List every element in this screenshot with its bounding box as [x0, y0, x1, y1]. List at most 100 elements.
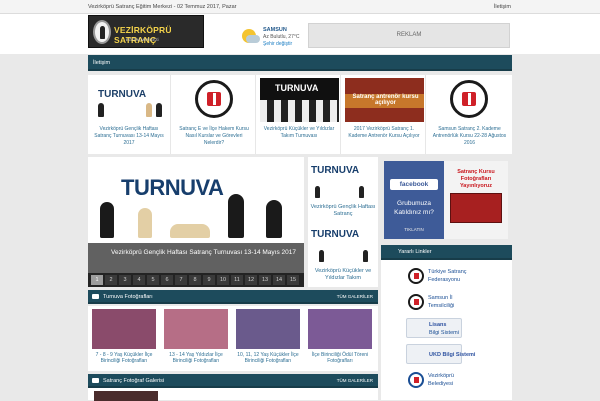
chess-piece-icon — [138, 208, 152, 238]
link-label: Türkiye Satranç — [428, 269, 467, 275]
gallery-caption[interactable]: İlçe Birinciliği Ödül Töreni Fotoğraflar… — [306, 352, 374, 364]
news-thumb[interactable]: Satranç antrenör kursu açılıyor — [345, 78, 424, 122]
link-label: Lisans — [429, 322, 447, 328]
news-thumb[interactable] — [175, 78, 254, 122]
gallery-thumb[interactable] — [236, 309, 300, 349]
municipality-logo-icon — [408, 372, 424, 388]
thumb-text: TURNUVA — [311, 165, 360, 176]
news-card[interactable]: TURNUVA Vezirköprü Gençlik Haftası Satra… — [88, 75, 171, 154]
news-strip: TURNUVA Vezirköprü Gençlik Haftası Satra… — [88, 75, 512, 154]
gallery-thumb[interactable] — [164, 309, 228, 349]
page-button[interactable]: 8 — [189, 275, 201, 285]
thumb-text: Satranç antrenör kursu açılıyor — [352, 94, 419, 106]
chess-piece-icon — [146, 103, 152, 117]
ad-banner[interactable]: REKLAM — [308, 23, 510, 48]
page-button[interactable]: 7 — [175, 275, 187, 285]
page-button[interactable]: 10 — [217, 275, 229, 285]
photo-promo-text: Satranç Kursu Fotoğrafları Yayınlıyoruz — [457, 169, 495, 189]
weather-city: SAMSUN — [263, 27, 287, 33]
facebook-banner[interactable]: facebook Grubumuza Katıldınız mı? TIKLAT… — [384, 161, 508, 239]
page-button[interactable]: 2 — [105, 275, 117, 285]
chess-piece-icon — [100, 202, 114, 238]
all-galleries-link[interactable]: TÜM GALERİLER — [337, 294, 373, 299]
photo-promo-panel[interactable]: Satranç Kursu Fotoğrafları Yayınlıyoruz — [444, 161, 508, 239]
news-card[interactable]: TURNUVA Vezirköprü Küçükler ve Yıldızlar… — [258, 75, 341, 154]
chess-piece-icon — [359, 186, 364, 198]
gallery-caption[interactable]: 13 - 14 Yaş Yıldızlar İlçe Birinciliği F… — [162, 352, 230, 364]
news-thumb[interactable]: TURNUVA — [90, 78, 169, 122]
federation-logo-icon — [450, 80, 488, 118]
gallery-thumb[interactable] — [92, 309, 156, 349]
chess-piece-icon — [363, 250, 368, 262]
link-label: Federasyonu — [428, 277, 461, 283]
facebook-join-panel[interactable]: facebook Grubumuza Katıldınız mı? TIKLAT… — [384, 161, 444, 239]
section-title: Satranç Fotoğraf Galerisi — [103, 378, 165, 384]
page-button[interactable]: 9 — [203, 275, 215, 285]
change-city-link[interactable]: Şehir değiştir — [263, 41, 292, 47]
page-button[interactable]: 13 — [259, 275, 271, 285]
side-news-thumb[interactable]: TURNUVA — [309, 223, 377, 265]
hero-slider[interactable]: TURNUVA Vezirköprü Gençlik Haftası Satra… — [88, 157, 304, 273]
weather-condition: Az Bulutlu, 27°C — [263, 34, 300, 40]
promo-photo — [450, 193, 502, 223]
logo-name: VEZİRKÖPRÜ SATRANÇ — [114, 25, 172, 45]
cloud-icon — [246, 35, 260, 43]
page-button[interactable]: 14 — [273, 275, 285, 285]
site-logo[interactable]: VEZİRKÖPRÜ SATRANÇ EĞİTİM MERKEZİ — [88, 15, 204, 48]
news-caption[interactable]: 2017 Vezirköprü Satranç 1. Kademe Antren… — [347, 126, 421, 140]
link-label: Samsun İl — [428, 295, 453, 301]
news-thumb[interactable]: TURNUVA — [260, 78, 339, 122]
link-label: Bilgi Sistemi — [429, 330, 459, 336]
all-galleries-link[interactable]: TÜM GALERİLER — [337, 378, 373, 383]
link-label: UKD Bilgi Sistemi — [429, 352, 476, 358]
page-button[interactable]: 3 — [119, 275, 131, 285]
hero-image-text: TURNUVA — [121, 175, 224, 200]
chessboard-icon — [260, 100, 339, 122]
link-tsf[interactable]: Türkiye Satranç Federasyonu — [406, 266, 467, 286]
side-news-caption[interactable]: Vezirköprü Küçükler ve Yıldızlar Takım — [310, 268, 376, 282]
link-ukd[interactable]: UKD Bilgi Sistemi — [406, 344, 475, 364]
gallery-section-header: Satranç Fotoğraf Galerisi TÜM GALERİLER — [88, 374, 378, 388]
nav-item-contact[interactable]: İletişim — [93, 60, 110, 66]
photos-section-header: Turnuva Fotoğrafları TÜM GALERİLER — [88, 290, 378, 304]
link-municipality[interactable]: Vezirköprü Belediyesi — [406, 370, 462, 390]
gallery-caption[interactable]: 10, 11, 12 Yaş Küçükler İlçe Birinciliği… — [234, 352, 302, 364]
page-button[interactable]: 15 — [287, 275, 299, 285]
federation-logo-icon — [195, 80, 233, 118]
chess-piece-icon — [170, 224, 210, 238]
news-caption[interactable]: Satranç E ve İlçe Hakem Kursu Nasıl Kurs… — [177, 126, 251, 147]
page-button[interactable]: 4 — [133, 275, 145, 285]
gallery-thumb[interactable] — [308, 309, 372, 349]
page-button[interactable]: 6 — [161, 275, 173, 285]
thumb-text: TURNUVA — [311, 229, 360, 240]
logo-subtitle: EĞİTİM MERKEZİ — [126, 37, 159, 42]
useful-links: Türkiye Satranç Federasyonu Samsun İl Te… — [381, 260, 512, 400]
chess-piece-icon — [228, 194, 244, 238]
side-news-caption[interactable]: Vezirköprü Gençlik Haftası Satranç — [310, 204, 376, 218]
hero-caption[interactable]: Vezirköprü Gençlik Haftası Satranç Turnu… — [88, 243, 304, 273]
link-license[interactable]: Lisans Bilgi Sistemi — [406, 318, 462, 338]
facebook-logo: facebook — [390, 179, 438, 190]
news-caption[interactable]: Vezirköprü Gençlik Haftası Satranç Turnu… — [92, 126, 166, 147]
top-contact-link[interactable]: İletişim — [494, 4, 511, 10]
page-button[interactable]: 1 — [91, 275, 103, 285]
thumb-text: TURNUVA — [275, 83, 319, 93]
page-button[interactable]: 5 — [147, 275, 159, 285]
link-samsun[interactable]: Samsun İl Temsilciliği — [406, 292, 462, 312]
news-card[interactable]: Satranç antrenör kursu açılıyor 2017 Vez… — [343, 75, 426, 154]
news-thumb[interactable] — [430, 78, 509, 122]
facebook-join-text: Grubumuza Katıldınız mı? — [394, 200, 434, 216]
page-button[interactable]: 11 — [231, 275, 243, 285]
site-date: Vezirköprü Satranç Eğitim Merkezi - 02 T… — [88, 4, 237, 10]
thumb-text: TURNUVA — [98, 89, 147, 100]
news-caption[interactable]: Samsun Satranç 2. Kademe Antrenörlük Kur… — [432, 126, 507, 147]
news-card[interactable]: Samsun Satranç 2. Kademe Antrenörlük Kur… — [428, 75, 511, 154]
photo-gallery: 7 - 8 - 9 Yaş Küçükler İlçe Birinciliği … — [88, 306, 378, 371]
side-news-thumb[interactable]: TURNUVA — [309, 159, 377, 201]
news-caption[interactable]: Vezirköprü Küçükler ve Yıldızlar Takım T… — [262, 126, 336, 140]
chess-piece-icon — [98, 103, 104, 117]
photo-gallery-2 — [88, 388, 378, 401]
news-card[interactable]: Satranç E ve İlçe Hakem Kursu Nasıl Kurs… — [173, 75, 256, 154]
page-button[interactable]: 12 — [245, 275, 257, 285]
gallery-caption[interactable]: 7 - 8 - 9 Yaş Küçükler İlçe Birinciliği … — [90, 352, 158, 364]
